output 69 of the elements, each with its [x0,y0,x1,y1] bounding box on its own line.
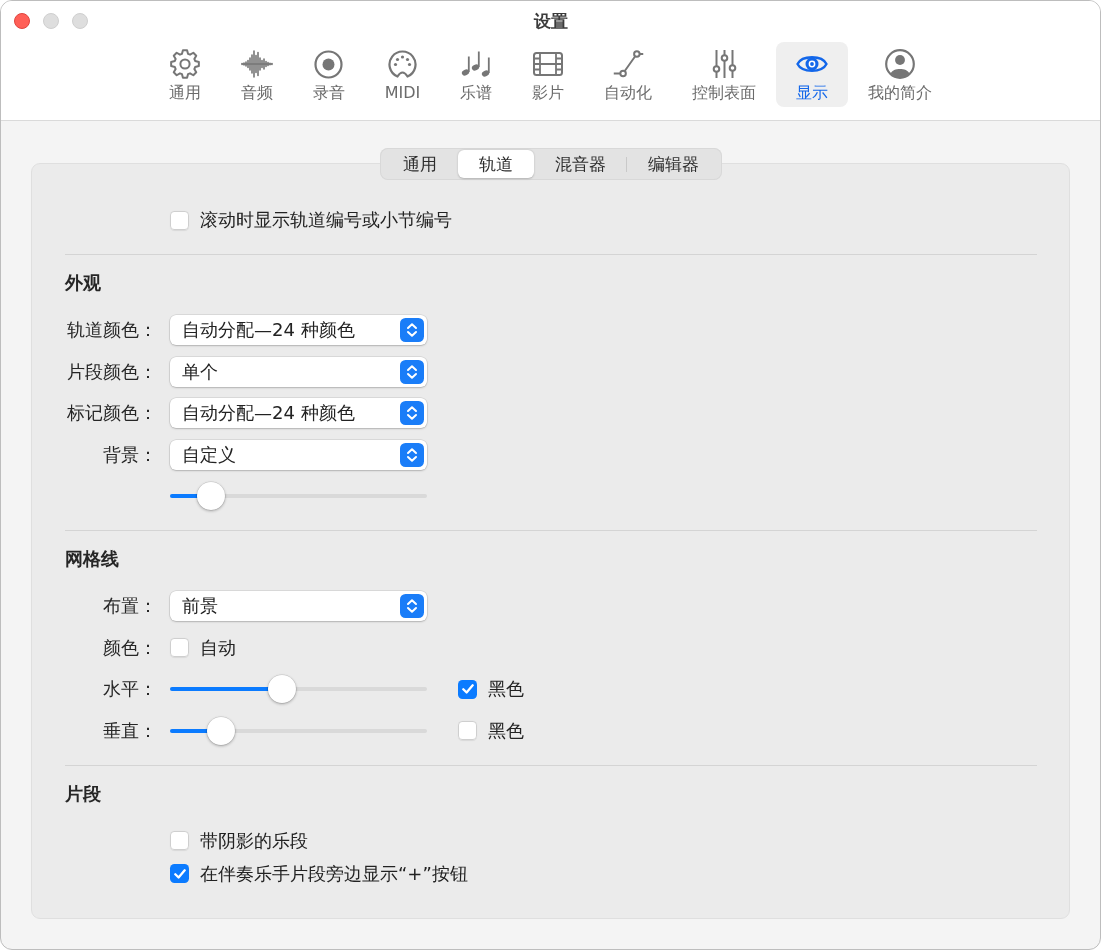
field-label: 标记颜色： [67,401,158,425]
toolbar-tab[interactable]: 音频 [220,42,293,107]
popup-button[interactable]: 自动分配—24 种颜色 [170,398,427,428]
up-down-chevron-icon [400,359,424,384]
checkbox[interactable] [170,864,189,883]
checkbox-label: 在伴奏乐手片段旁边显示“+”按钮 [200,861,468,886]
checkbox[interactable] [170,210,189,230]
checkbox-label: 黑色 [488,677,524,701]
popup-button[interactable]: 单个 [170,356,427,387]
section-heading: 网格线 [65,547,119,571]
checkmark-icon [173,868,186,879]
person-circle-icon [885,49,916,79]
node-line-icon [612,50,644,78]
section-heading: 外观 [65,271,101,295]
slider-track[interactable] [170,716,427,745]
field-label: 垂直： [103,718,158,743]
toolbar-tab[interactable]: 通用 [148,42,221,107]
gear-icon [169,49,200,79]
slider-track[interactable] [170,675,427,703]
checkbox[interactable] [170,831,189,850]
field-label: 水平： [103,677,158,701]
toolbar-tab[interactable]: 控制表面 [672,42,777,107]
segment-tab[interactable]: 编辑器 [626,150,720,178]
checkbox-label: 带阴影的乐段 [200,828,308,853]
up-down-chevron-icon [400,318,424,342]
window-title: 设置 [533,9,568,33]
film-strip-icon [533,52,564,76]
checkbox-label: 黑色 [488,718,524,743]
up-down-chevron-icon [400,594,424,618]
popup-button[interactable]: 前景 [170,591,427,621]
field-label: 背景： [103,442,158,467]
checkbox[interactable] [170,638,189,657]
slider-thumb[interactable] [197,482,226,510]
toolbar-tab[interactable]: MIDI [364,42,441,107]
field-label: 布置： [103,594,158,618]
slider-track[interactable] [170,482,427,510]
up-down-chevron-icon [400,401,424,425]
waveform-icon [240,50,273,78]
toolbar-tab[interactable]: 乐谱 [440,42,513,107]
up-down-chevron-icon [400,442,424,467]
section-heading: 片段 [65,781,101,806]
sliders-icon [711,49,737,79]
popup-button[interactable]: 自动分配—24 种颜色 [170,315,427,345]
field-label: 颜色： [103,635,158,660]
toolbar-tab[interactable]: 影片 [512,42,585,107]
checkbox-label: 滚动时显示轨道编号或小节编号 [200,208,452,232]
checkbox-label: 自动 [200,635,236,660]
minimize-button[interactable] [43,13,59,29]
checkbox[interactable] [458,679,477,699]
close-button[interactable] [14,13,30,29]
field-label: 轨道颜色： [67,318,158,342]
toolbar-tab[interactable]: 显示 [776,42,849,107]
segment-tab[interactable]: 通用 [381,150,458,178]
popup-button[interactable]: 自定义 [170,439,427,470]
field-label: 片段颜色： [67,359,158,384]
zoom-button[interactable] [72,13,88,29]
segment-tab[interactable]: 轨道 [457,150,534,178]
toolbar-tab[interactable]: 录音 [292,42,365,107]
music-notes-icon [461,51,492,77]
slider-thumb[interactable] [268,675,297,703]
eye-icon [796,54,829,74]
record-icon [314,49,344,79]
connector-icon [388,50,417,78]
checkbox[interactable] [458,721,477,740]
slider-thumb[interactable] [206,716,235,745]
segment-tab[interactable]: 混音器 [533,150,627,178]
toolbar-tab[interactable]: 自动化 [584,42,673,107]
toolbar-tab[interactable]: 我的简介 [848,42,953,107]
checkmark-icon [461,684,474,694]
